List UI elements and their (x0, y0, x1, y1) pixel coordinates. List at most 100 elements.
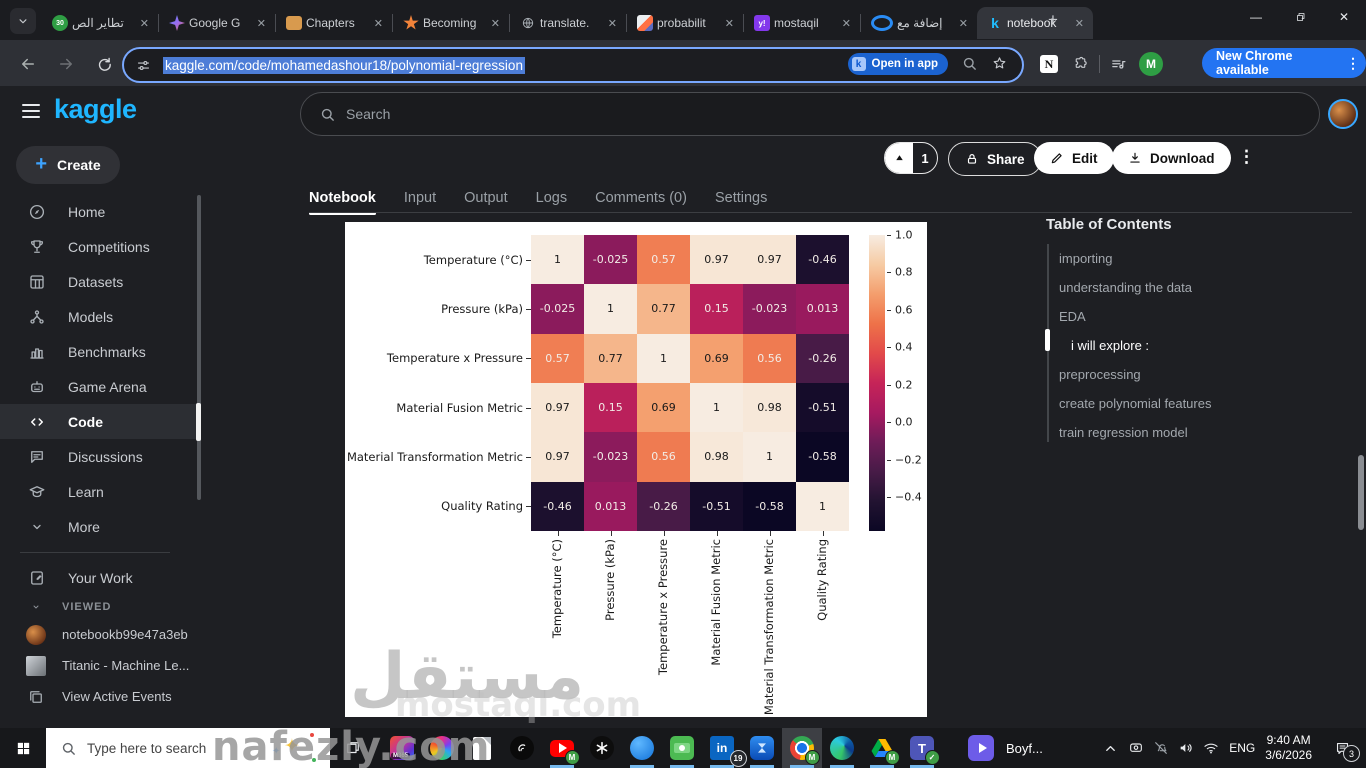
close-tab-icon[interactable]: ✕ (956, 17, 971, 30)
chrome-menu-icon[interactable]: ⋮ (1346, 55, 1360, 72)
tab-output[interactable]: Output (464, 190, 508, 206)
close-tab-icon[interactable]: ✕ (371, 17, 386, 30)
tab-logs[interactable]: Logs (536, 190, 567, 206)
volume-icon[interactable] (1173, 728, 1198, 768)
taskbar-app-linkedin[interactable]: in 19 (702, 728, 747, 768)
running-app[interactable]: Boyf... (968, 735, 1043, 761)
toc-item-7[interactable]: train regression model (1059, 418, 1188, 447)
task-view-button[interactable] (334, 728, 372, 768)
browser-tab-5[interactable]: translate. ✕ (510, 7, 626, 39)
taskbar-app-copilot[interactable] (422, 728, 462, 768)
close-tab-icon[interactable]: ✕ (254, 17, 269, 30)
download-button[interactable]: Download (1112, 142, 1231, 174)
reload-button[interactable] (92, 52, 116, 76)
sidebar-scrollbar[interactable] (197, 195, 201, 500)
taskbar-app-app3d[interactable] (742, 728, 782, 768)
taskbar-app-teams[interactable]: T ✓ (902, 728, 942, 768)
edit-button[interactable]: Edit (1034, 142, 1114, 174)
browser-tab-9[interactable]: k notebook ✕ (977, 7, 1093, 39)
tray-expand-icon[interactable] (1098, 728, 1123, 768)
open-in-app-button[interactable]: k Open in app (847, 53, 948, 75)
taskbar-app-drive[interactable]: M (862, 728, 902, 768)
action-center-button[interactable]: 3 (1322, 728, 1362, 768)
taskbar-app-chatgpt[interactable] (582, 728, 622, 768)
browser-tab-4[interactable]: Becoming ✕ (393, 7, 509, 39)
notion-extension-icon[interactable]: N (1040, 55, 1058, 73)
new-chrome-button[interactable]: New Chrome available ⋮ (1202, 48, 1366, 78)
more-options-button[interactable]: ⋮ (1238, 147, 1255, 167)
minimize-button[interactable]: — (1234, 0, 1278, 34)
tab-comments-0-[interactable]: Comments (0) (595, 190, 687, 206)
taskbar-app-m365[interactable]: M365 (382, 728, 422, 768)
kaggle-logo[interactable]: kaggle (54, 94, 137, 125)
sidebar-item-models[interactable]: Models (0, 299, 200, 334)
close-tab-icon[interactable]: ✕ (137, 17, 152, 30)
upvote-arrow[interactable] (885, 143, 913, 173)
browser-tab-6[interactable]: probabilit ✕ (627, 7, 743, 39)
kaggle-search-bar[interactable]: Search (300, 92, 1320, 136)
taskbar-search[interactable]: Type here to search ✦ ✦ (46, 728, 330, 768)
kaggle-avatar[interactable] (1328, 99, 1358, 129)
browser-tab-3[interactable]: Chapters ✕ (276, 7, 392, 39)
focus-assist-icon[interactable] (1148, 728, 1173, 768)
browser-tab-8[interactable]: إضافة مع ✕ (861, 7, 977, 39)
clock[interactable]: 9:40 AM 3/6/2026 (1265, 733, 1312, 763)
bookmark-star-icon[interactable] (991, 55, 1008, 72)
taskbar-app-edge[interactable] (822, 728, 862, 768)
sidebar-item-discussions[interactable]: Discussions (0, 439, 200, 474)
viewed-item-1[interactable]: notebookb99e47a3eb (0, 619, 200, 650)
taskbar-app-doc[interactable] (462, 728, 502, 768)
restore-button[interactable] (1278, 0, 1322, 34)
taskbar-app-bluechat[interactable] (622, 728, 662, 768)
hamburger-menu-icon[interactable] (22, 104, 40, 118)
extensions-puzzle-icon[interactable] (1072, 56, 1089, 73)
toc-item-6[interactable]: create polynomial features (1059, 389, 1211, 418)
browser-tab-7[interactable]: y! mostaqil ✕ (744, 7, 860, 39)
sidebar-item-datasets[interactable]: Datasets (0, 264, 200, 299)
close-tab-icon[interactable]: ✕ (839, 17, 854, 30)
site-settings-icon[interactable] (136, 58, 151, 73)
close-tab-icon[interactable]: ✕ (488, 17, 503, 30)
taskbar-app-cash[interactable] (662, 728, 702, 768)
create-button[interactable]: + Create (16, 146, 120, 184)
sidebar-item-more[interactable]: More (0, 509, 200, 544)
language-indicator[interactable]: ENG (1229, 741, 1255, 755)
sidebar-item-code[interactable]: Code (0, 404, 200, 439)
url-text-selected[interactable]: kaggle.com/code/mohamedashour18/polynomi… (163, 56, 525, 74)
tab-search-button[interactable] (10, 8, 36, 34)
toc-item-5[interactable]: preprocessing (1059, 360, 1141, 389)
toc-item-3[interactable]: EDA (1059, 302, 1086, 331)
sidebar-item-game-arena[interactable]: Game Arena (0, 369, 200, 404)
screen-cast-icon[interactable] (1123, 728, 1148, 768)
close-tab-icon[interactable]: ✕ (1072, 17, 1087, 30)
taskbar-app-youtube[interactable]: M (542, 728, 582, 768)
reading-list-icon[interactable] (1110, 56, 1127, 73)
url-bar[interactable]: kaggle.com/code/mohamedashour18/polynomi… (122, 47, 1024, 83)
back-button[interactable] (16, 52, 40, 76)
sidebar-item-your-work[interactable]: Your Work (0, 560, 200, 595)
tab-notebook[interactable]: Notebook (309, 190, 376, 215)
toc-item-1[interactable]: importing (1059, 244, 1112, 273)
close-button[interactable]: ✕ (1322, 0, 1366, 34)
start-button[interactable] (0, 728, 46, 768)
share-button[interactable]: Share (948, 142, 1042, 176)
sidebar-item-benchmarks[interactable]: Benchmarks (0, 334, 200, 369)
new-tab-button[interactable]: + (1048, 10, 1058, 30)
close-tab-icon[interactable]: ✕ (605, 17, 620, 30)
forward-button[interactable] (54, 52, 78, 76)
upvote-button[interactable]: 1 (884, 142, 938, 174)
taskbar-app-radio[interactable] (502, 728, 542, 768)
browser-tab-2[interactable]: Google G ✕ (159, 7, 275, 39)
sidebar-item-competitions[interactable]: Competitions (0, 229, 200, 264)
sidebar-item-home[interactable]: Home (0, 194, 200, 229)
tab-settings[interactable]: Settings (715, 190, 767, 206)
toc-item-2[interactable]: understanding the data (1059, 273, 1192, 302)
viewed-item-3[interactable]: View Active Events (0, 681, 200, 712)
toc-item-4[interactable]: i will explore : (1059, 331, 1149, 360)
browser-tab-1[interactable]: 30 تطاير الص ✕ (42, 7, 158, 39)
page-scrollbar[interactable] (1358, 455, 1364, 530)
viewed-section-header[interactable]: VIEWED (0, 595, 200, 619)
search-icon[interactable] (961, 55, 978, 72)
profile-avatar[interactable]: M (1139, 52, 1163, 76)
wifi-icon[interactable] (1198, 728, 1223, 768)
